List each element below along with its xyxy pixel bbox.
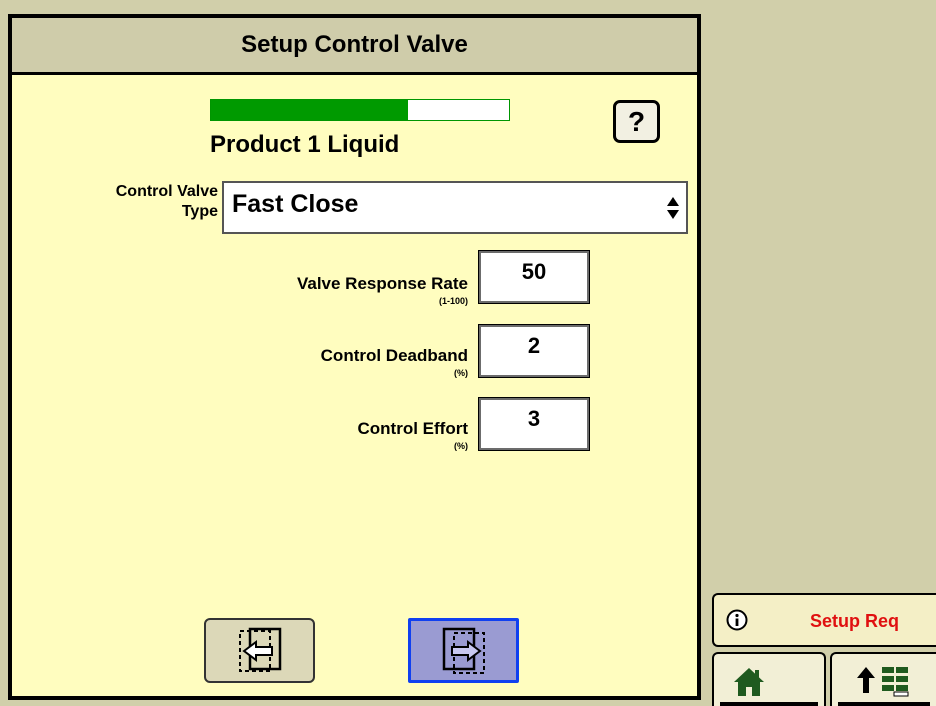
control-deadband-unit: (%) [454,368,468,378]
status-bar[interactable]: Setup Req [712,593,936,647]
progress-fill [211,100,408,120]
next-arrow-page-icon [442,627,485,674]
back-arrow-page-icon [238,627,281,672]
up-arrow-menu-icon [857,667,909,697]
control-effort-label: Control Effort [357,419,468,438]
control-valve-type-value: Fast Close [232,190,359,218]
back-button[interactable] [204,618,315,683]
info-icon [726,609,748,631]
home-button[interactable] [712,652,826,706]
control-deadband-label: Control Deadband [320,346,468,365]
status-text: Setup Req [810,611,900,631]
help-button[interactable]: ? [613,100,660,143]
valve-response-rate-label: Valve Response Rate [296,274,468,293]
control-valve-type-label: Control Valve Type [48,182,218,222]
sort-arrows-icon [667,197,679,219]
next-button[interactable] [408,618,519,683]
control-valve-type-label-line2: Type [181,203,218,220]
control-valve-type-label-line1: Control Valve [115,183,218,200]
setup-control-valve-dialog: Setup Control Valve ? Product 1 Liquid C… [8,14,701,700]
valve-response-rate-input[interactable]: 50 [478,250,590,304]
product-title: Product 1 Liquid [210,131,400,158]
control-effort-unit: (%) [454,441,468,451]
home-icon [734,668,764,696]
control-valve-type-select[interactable]: Fast Close [222,181,688,234]
control-deadband-input[interactable]: 2 [478,324,590,378]
progress-bar [210,99,510,121]
control-effort-input[interactable]: 3 [478,397,590,451]
menu-button[interactable] [830,652,936,706]
valve-response-rate-unit: (1-100) [438,296,468,306]
dialog-title: Setup Control Valve [12,18,697,75]
